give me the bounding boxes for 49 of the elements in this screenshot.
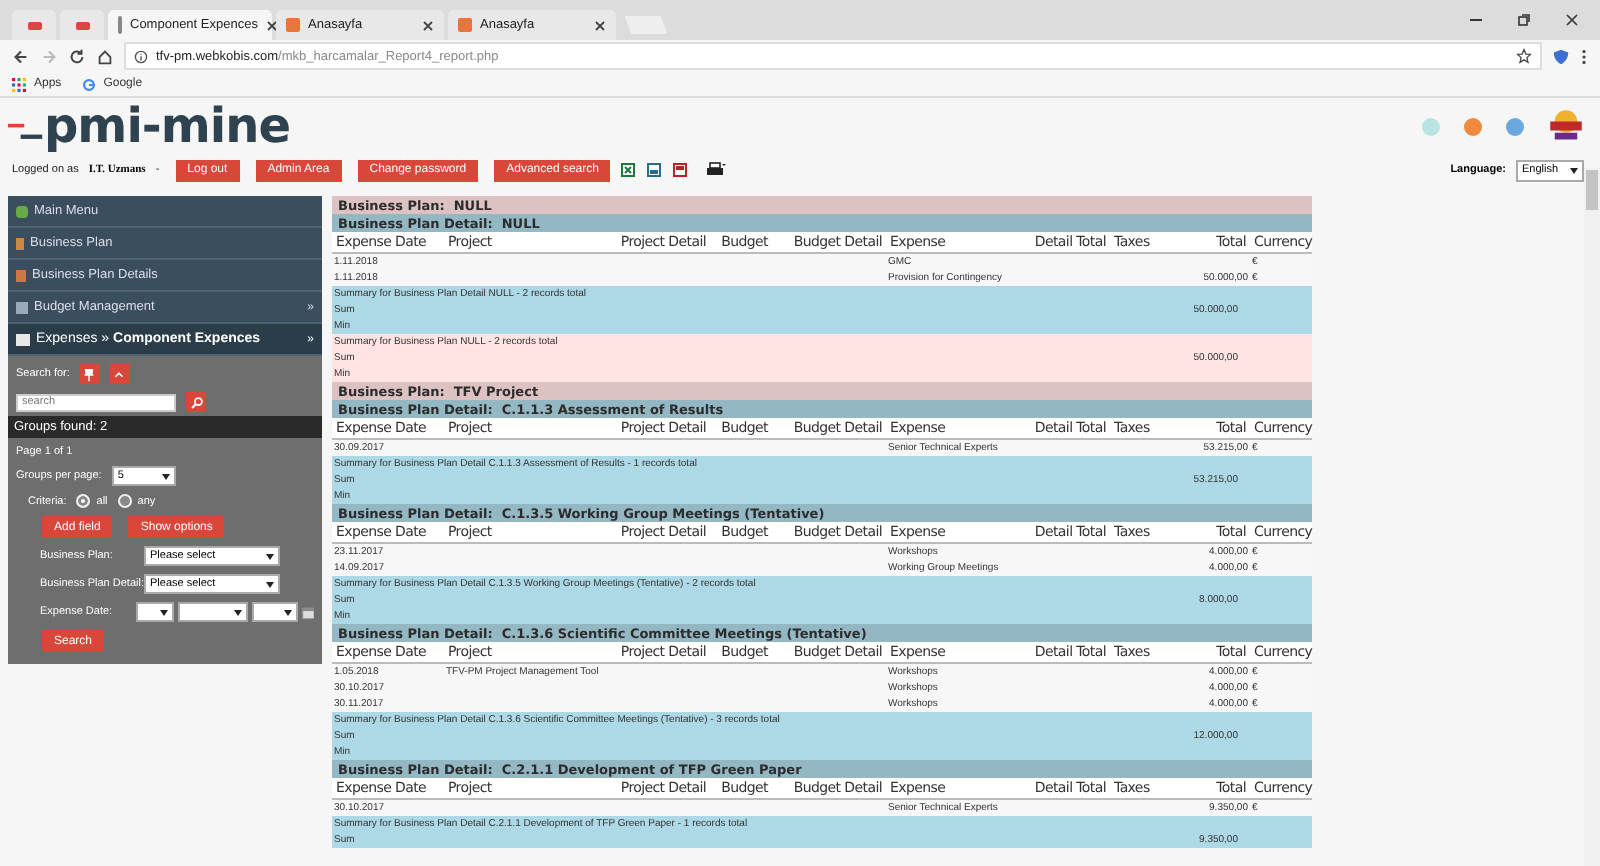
caret-icon bbox=[283, 609, 292, 615]
close-icon[interactable] bbox=[1564, 12, 1580, 28]
caret-icon bbox=[161, 473, 170, 479]
search-button[interactable] bbox=[186, 392, 206, 412]
pin-icon bbox=[82, 367, 97, 381]
menu-icon bbox=[16, 333, 30, 345]
collapse-button[interactable] bbox=[109, 364, 130, 384]
home-icon[interactable] bbox=[96, 47, 114, 65]
printer-icon[interactable] bbox=[706, 162, 727, 178]
month-select[interactable] bbox=[177, 602, 249, 622]
caret-icon bbox=[266, 581, 274, 587]
caret-icon bbox=[266, 553, 274, 559]
page-icon bbox=[286, 18, 300, 32]
caret-icon bbox=[234, 609, 243, 615]
back-icon[interactable] bbox=[12, 47, 30, 65]
site-icon bbox=[27, 21, 41, 29]
close-icon[interactable] bbox=[594, 19, 606, 31]
shield-icon[interactable] bbox=[1552, 47, 1570, 65]
page-icon bbox=[458, 18, 472, 32]
year-select[interactable] bbox=[252, 602, 298, 622]
star-icon[interactable] bbox=[1516, 48, 1532, 64]
info-icon bbox=[134, 49, 148, 63]
spreadsheet-icon[interactable] bbox=[620, 162, 637, 178]
google-icon bbox=[81, 77, 96, 91]
logo: pmi-mine bbox=[44, 98, 290, 154]
emblem-icon bbox=[1548, 108, 1584, 144]
apps-icon[interactable] bbox=[12, 77, 26, 91]
scrollbar[interactable] bbox=[1584, 168, 1600, 866]
pin-button[interactable] bbox=[79, 364, 100, 384]
menu-icon bbox=[16, 269, 26, 281]
close-icon[interactable] bbox=[265, 19, 278, 31]
site-icon bbox=[75, 21, 89, 29]
caret-icon bbox=[1570, 167, 1578, 173]
pdf-icon[interactable] bbox=[672, 162, 689, 178]
radio-button[interactable] bbox=[117, 494, 132, 508]
radio-button[interactable] bbox=[76, 494, 91, 508]
document-icon[interactable] bbox=[646, 162, 663, 178]
restore-icon[interactable] bbox=[1516, 12, 1532, 28]
menu-icon[interactable] bbox=[1580, 47, 1588, 65]
calendar-icon[interactable] bbox=[301, 605, 314, 619]
menu-icon bbox=[16, 205, 28, 217]
search-icon bbox=[189, 395, 203, 409]
menu-icon bbox=[16, 301, 28, 313]
menu-icon bbox=[16, 237, 24, 249]
caret-icon bbox=[159, 609, 168, 615]
reload-icon[interactable] bbox=[68, 47, 86, 65]
close-icon[interactable] bbox=[422, 19, 434, 31]
day-select[interactable] bbox=[136, 602, 174, 622]
chevron-up-icon bbox=[112, 367, 127, 381]
